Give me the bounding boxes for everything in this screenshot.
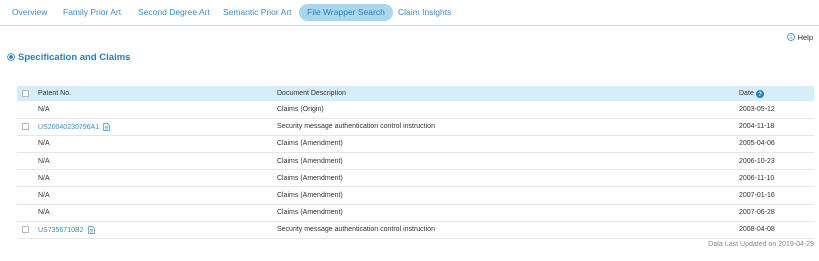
document-description: Security message authentication control … bbox=[277, 226, 435, 234]
patent-number: N/A bbox=[38, 157, 50, 165]
document-description: Claims (Amendment) bbox=[277, 140, 343, 148]
patent-link[interactable]: US20040230796A1 bbox=[38, 124, 99, 131]
tab-file-wrapper-search[interactable]: File Wrapper Search bbox=[299, 4, 393, 21]
patent-link[interactable]: US7356710B2 bbox=[38, 227, 84, 234]
tab-semantic-prior-art[interactable]: Semantic Prior Art bbox=[215, 4, 300, 21]
section-title: Specification and Claims bbox=[18, 51, 131, 63]
table-row: US20040230796A1 Security message authenti… bbox=[17, 118, 814, 136]
document-icon[interactable] bbox=[87, 225, 95, 234]
svg-text:?: ? bbox=[758, 92, 762, 98]
table-row: US7356710B2 Security message authenticati… bbox=[17, 221, 814, 239]
document-date: 2005-04-06 bbox=[739, 140, 775, 148]
row-checkbox[interactable] bbox=[22, 226, 29, 234]
document-description: Security message authentication control … bbox=[277, 123, 435, 131]
document-date: 2006-10-23 bbox=[739, 157, 775, 165]
document-date: 2006-11-10 bbox=[739, 174, 775, 182]
file-wrapper-table: Patent No. Document Description Date ? N… bbox=[17, 86, 814, 239]
row-checkbox[interactable] bbox=[22, 123, 29, 131]
document-date: 2007-06-28 bbox=[739, 209, 775, 217]
document-icon[interactable] bbox=[103, 122, 110, 131]
select-all-checkbox[interactable] bbox=[22, 89, 29, 97]
table-row: N/A Claims (Origin) 2003-05-12 bbox=[17, 101, 814, 119]
help-button[interactable]: Help bbox=[786, 32, 813, 42]
table-header-row: Patent No. Document Description Date ? bbox=[17, 86, 814, 101]
document-date: 2003-05-12 bbox=[739, 105, 775, 113]
table-row: N/A Claims (Amendment) 2005-04-06 bbox=[17, 135, 814, 153]
document-date: 2004-11-18 bbox=[739, 123, 775, 131]
document-description: Claims (Amendment) bbox=[277, 209, 343, 217]
radio-selected-icon[interactable] bbox=[7, 53, 15, 61]
last-updated-text: Data Last Updated on 2019-04-29 bbox=[708, 241, 814, 248]
table-row: N/A Claims (Amendment) 2007-01-16 bbox=[17, 187, 814, 205]
patent-number: N/A bbox=[38, 209, 50, 217]
help-label: Help bbox=[797, 32, 813, 42]
tab-family-prior-art[interactable]: Family Prior Art bbox=[55, 4, 129, 21]
tab-bar: Overview Family Prior Art Second Degree … bbox=[0, 0, 819, 26]
table-row: N/A Claims (Amendment) 2006-11-10 bbox=[17, 170, 814, 187]
tab-claim-insights[interactable]: Claim Insights bbox=[390, 4, 459, 21]
document-date: 2007-01-16 bbox=[739, 192, 775, 200]
tab-second-degree-art[interactable]: Second Degree Art bbox=[130, 4, 218, 21]
question-icon[interactable]: ? bbox=[755, 89, 764, 98]
document-description: Claims (Origin) bbox=[277, 105, 324, 113]
patent-number: N/A bbox=[38, 192, 50, 200]
column-header-patent: Patent No. bbox=[38, 90, 72, 97]
document-date: 2008-04-08 bbox=[739, 226, 775, 234]
document-description: Claims (Amendment) bbox=[277, 174, 343, 182]
tab-overview[interactable]: Overview bbox=[4, 4, 55, 21]
patent-number: N/A bbox=[38, 174, 50, 182]
column-header-description: Document Description bbox=[277, 90, 346, 97]
patent-number: N/A bbox=[38, 105, 50, 113]
table-row: N/A Claims (Amendment) 2006-10-23 bbox=[17, 153, 814, 170]
info-icon bbox=[786, 33, 795, 41]
patent-number: N/A bbox=[38, 140, 50, 148]
column-header-date: Date bbox=[739, 90, 754, 97]
table-row: N/A Claims (Amendment) 2007-06-28 bbox=[17, 204, 814, 222]
document-description: Claims (Amendment) bbox=[277, 157, 343, 165]
section-heading: Specification and Claims bbox=[7, 51, 130, 63]
document-description: Claims (Amendment) bbox=[277, 192, 343, 200]
